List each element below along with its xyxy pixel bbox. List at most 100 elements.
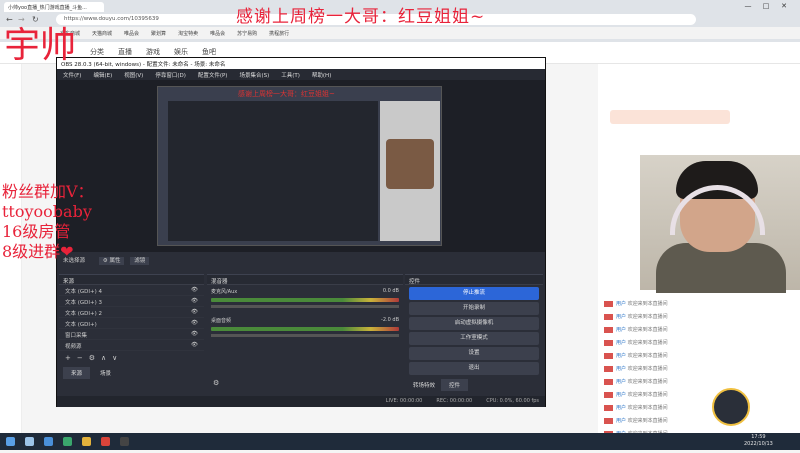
chat-username[interactable]: 用户	[616, 314, 626, 320]
floating-badge[interactable]	[712, 388, 750, 426]
chat-text: 欢迎来到本直播间	[627, 405, 668, 411]
search-icon[interactable]	[25, 437, 34, 446]
chat-username[interactable]: 用户	[616, 379, 626, 385]
source-name: 文本 (GDI+)	[65, 322, 97, 328]
browser-tab[interactable]: 小帅yoo直播_热门游戏直播_斗鱼...	[4, 2, 104, 12]
bookmark-item[interactable]: 淘宝特卖	[178, 30, 198, 37]
tab-transitions[interactable]: 转场特效	[409, 379, 439, 391]
settings-button[interactable]: 设置	[409, 347, 539, 360]
chat-username[interactable]: 用户	[616, 418, 626, 424]
visibility-icon[interactable]: 👁	[191, 320, 198, 326]
visibility-icon[interactable]: 👁	[191, 298, 198, 304]
chat-username[interactable]: 用户	[616, 301, 626, 307]
chat-text: 欢迎来到本直播间	[627, 392, 668, 398]
nav-item[interactable]: 娱乐	[174, 47, 188, 57]
move-up-icon[interactable]: ∧	[101, 354, 106, 362]
sources-dock: 来源 文本 (GDI+) 4 👁 文本 (GDI+) 3 👁 文本 (GDI+) 2 👁 文…	[59, 274, 204, 394]
controls-dock: 控件 停止推流 开始录制 启动虚拟摄像机 工作室模式 设置 退出 转场特效 控件	[405, 274, 543, 394]
chat-username[interactable]: 用户	[616, 353, 626, 359]
virtual-camera-button[interactable]: 启动虚拟摄像机	[409, 317, 539, 330]
stop-streaming-button[interactable]: 停止推流	[409, 287, 539, 300]
taskbar-clock: 17:59 2022/10/13	[744, 434, 773, 448]
visibility-icon[interactable]: 👁	[191, 331, 198, 337]
bookmark-item[interactable]: 唯品会	[124, 30, 139, 37]
source-item[interactable]: 文本 (GDI+) 👁	[59, 318, 204, 329]
chat-username[interactable]: 用户	[616, 405, 626, 411]
nav-item[interactable]: 鱼吧	[202, 47, 216, 57]
visibility-icon[interactable]: 👁	[191, 287, 198, 293]
obs-preview[interactable]: 感谢上周榜一大哥：红豆姐姐~	[57, 80, 545, 252]
chat-username[interactable]: 用户	[616, 366, 626, 372]
bookmarks-bar: 京东商城 天猫商城 唯品会 聚划算 淘宝特卖 唯品会 苏宁易购 携程旅行	[0, 27, 800, 39]
app-icon[interactable]	[101, 437, 110, 446]
bookmark-item[interactable]: 唯品会	[210, 30, 225, 37]
remove-source-icon[interactable]: −	[77, 354, 83, 362]
forward-icon[interactable]: →	[18, 15, 25, 24]
menu-item[interactable]: 场景集合(S)	[239, 71, 269, 79]
volume-slider[interactable]	[211, 305, 399, 308]
menu-item[interactable]: 工具(T)	[281, 71, 300, 79]
exit-button[interactable]: 退出	[409, 362, 539, 375]
menu-item[interactable]: 编辑(E)	[93, 71, 112, 79]
menu-item[interactable]: 帮助(H)	[312, 71, 331, 79]
volume-slider[interactable]	[211, 334, 399, 337]
minimize-button[interactable]: —	[742, 2, 754, 10]
menu-item[interactable]: 配置文件(P)	[198, 71, 228, 79]
cpu-status: CPU: 0.0%, 60.00 fps	[486, 398, 539, 404]
chat-text: 欢迎来到本直播间	[627, 418, 668, 424]
clock-time: 17:59	[751, 434, 766, 440]
back-icon[interactable]: ←	[6, 15, 13, 24]
nav-item[interactable]: 分类	[90, 47, 104, 57]
rec-time: REC: 00:00:00	[436, 398, 473, 404]
tab-scenes[interactable]: 场景	[92, 367, 119, 379]
source-settings-icon[interactable]: ⚙	[89, 354, 95, 362]
mixer-settings-icon[interactable]: ⚙	[213, 379, 219, 387]
chat-username[interactable]: 用户	[616, 392, 626, 398]
controls-header: 控件	[405, 275, 543, 285]
sources-header: 来源	[59, 275, 204, 285]
source-name: 文本 (GDI+) 4	[65, 289, 103, 295]
visibility-icon[interactable]: 👁	[191, 342, 198, 348]
volume-meter	[211, 298, 399, 302]
chat-text: 欢迎来到本直播间	[627, 301, 668, 307]
source-name: 视频源	[65, 344, 82, 350]
steam-icon[interactable]	[44, 437, 53, 446]
folder-icon[interactable]	[82, 437, 91, 446]
nav-item[interactable]: 游戏	[146, 47, 160, 57]
source-item[interactable]: 文本 (GDI+) 2 👁	[59, 307, 204, 318]
close-button[interactable]: ✕	[778, 2, 790, 10]
tab-sources[interactable]: 来源	[63, 367, 91, 379]
start-icon[interactable]	[6, 437, 15, 446]
add-source-icon[interactable]: +	[65, 354, 71, 362]
move-down-icon[interactable]: ∨	[112, 354, 117, 362]
source-item[interactable]: 文本 (GDI+) 3 👁	[59, 296, 204, 307]
bookmark-item[interactable]: 苏宁易购	[237, 30, 257, 37]
bookmark-item[interactable]: 聚划算	[151, 30, 166, 37]
edge-icon[interactable]	[63, 437, 72, 446]
tab-controls[interactable]: 控件	[441, 379, 469, 391]
mixer-dock: 混音器 麦克风/Aux 0.0 dB 桌面音频 -2.0 dB ⚙	[207, 274, 403, 394]
start-recording-button[interactable]: 开始录制	[409, 302, 539, 315]
menu-item[interactable]: 视图(V)	[124, 71, 143, 79]
visibility-icon[interactable]: 👁	[191, 309, 198, 315]
chat-text: 欢迎来到本直播间	[627, 327, 668, 333]
filters-button[interactable]: 滤镜	[130, 257, 150, 265]
source-name: 窗口采集	[65, 333, 88, 339]
nav-item[interactable]: 直播	[118, 47, 132, 57]
bookmark-item[interactable]: 天猫商城	[92, 30, 112, 37]
obs-titlebar: OBS 28.0.3 (64-bit, windows) - 配置文件: 未命名…	[57, 58, 545, 69]
chat-username[interactable]: 用户	[616, 327, 626, 333]
refresh-icon[interactable]: ↻	[32, 15, 39, 24]
studio-mode-button[interactable]: 工作室模式	[409, 332, 539, 345]
preview-webcam-image	[386, 139, 434, 189]
bookmark-item[interactable]: 携程旅行	[269, 30, 289, 37]
source-item[interactable]: 视频源 👁	[59, 340, 204, 351]
chat-message: 用户 欢迎来到本直播间	[604, 378, 794, 388]
obs-icon[interactable]	[120, 437, 129, 446]
chat-username[interactable]: 用户	[616, 340, 626, 346]
menu-item[interactable]: 文件(F)	[63, 71, 81, 79]
source-item[interactable]: 文本 (GDI+) 4 👁	[59, 285, 204, 296]
maximize-button[interactable]: □	[760, 2, 772, 10]
menu-item[interactable]: 停靠窗口(D)	[155, 71, 186, 79]
source-item[interactable]: 窗口采集 👁	[59, 329, 204, 340]
